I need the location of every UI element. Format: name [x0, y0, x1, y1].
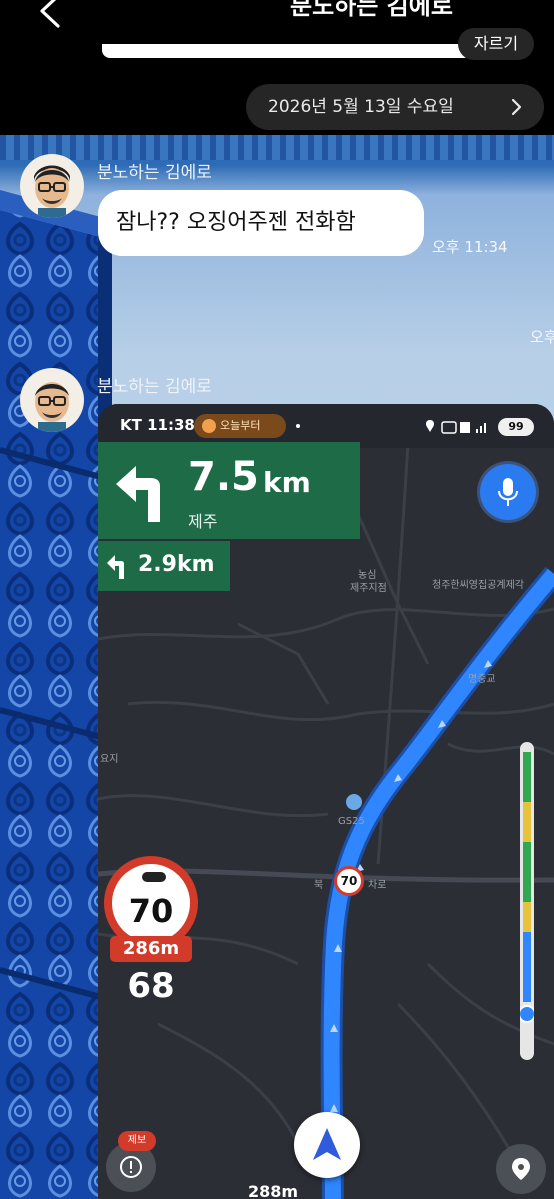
current-speed: 68 — [127, 966, 175, 1006]
message-time: 오후 — [530, 328, 554, 346]
route-progress-segments — [520, 752, 534, 1023]
message-time: 오후 11:34 — [432, 238, 508, 256]
turn-left-arrow-icon — [107, 555, 124, 579]
speed-limit-value: 70 — [128, 892, 174, 930]
battery-indicator: 99 — [498, 418, 534, 436]
sender-name: 분노하는 김에로 — [97, 163, 212, 183]
map-poi-label: GS25 — [338, 816, 365, 827]
location-icon — [426, 420, 434, 432]
chevron-right-icon — [511, 98, 522, 116]
traffic-light-icon — [142, 872, 166, 882]
wallpaper-gate-image — [0, 190, 112, 1199]
message-bubble[interactable]: 잠나?? 오징어주젠 전화함 — [98, 190, 424, 256]
status-time: KT 11:38 — [120, 416, 195, 434]
voice-search-button[interactable] — [480, 464, 536, 520]
map-road-label: 북 — [314, 880, 324, 891]
date-divider-button[interactable]: 2026년 5월 13일 수요일 — [246, 84, 544, 130]
next-turn-distance: 7.5 — [188, 454, 259, 500]
next-turn-unit: km — [263, 466, 311, 499]
road-speed-sign: 70 — [334, 866, 364, 896]
map-poi-label: 청주한씨영집공계제각 — [432, 580, 524, 591]
capture-range-bar[interactable] — [102, 44, 472, 58]
camera-distance: 286m — [110, 936, 192, 962]
signal-icon — [484, 423, 486, 433]
sender-name: 분노하는 김에로 — [97, 377, 212, 397]
avatar[interactable] — [20, 154, 84, 218]
following-turn-distance: 2.9km — [138, 552, 215, 577]
coin-icon — [202, 419, 216, 433]
hd-icon — [441, 421, 457, 434]
avatar[interactable] — [20, 368, 84, 432]
alert-icon — [120, 1156, 142, 1178]
map-poi-label: 제주지점 — [350, 583, 387, 594]
location-pin-button[interactable] — [496, 1144, 546, 1194]
map-road-label: 차로 — [368, 880, 387, 891]
map-poi-label: 요지 — [100, 754, 119, 765]
crop-button[interactable]: 자르기 — [458, 28, 534, 60]
current-position-marker — [294, 1112, 360, 1178]
route-progress-bar — [520, 742, 534, 1060]
navigation-arrow-icon — [313, 1128, 341, 1160]
lte-icon — [460, 422, 470, 433]
bottom-distance: 288m — [248, 1182, 299, 1199]
back-arrow-icon[interactable] — [38, 0, 62, 28]
map-pin-icon — [512, 1158, 530, 1180]
notification-dot — [296, 424, 300, 428]
next-turn-destination: 제주 — [188, 512, 218, 531]
following-turn-panel[interactable]: 2.9km — [98, 541, 230, 591]
microphone-icon — [498, 478, 518, 506]
map-poi-label: 명중교 — [468, 674, 496, 685]
gs25-icon — [346, 794, 362, 810]
image-message-navigation-screenshot[interactable]: KT 11:38 오늘부터 99 7.5 km 제주 2.9km 농심 제주지점… — [98, 404, 554, 1199]
chat-title: 분노하는 김에로 — [290, 0, 453, 20]
next-turn-panel[interactable]: 7.5 km 제주 — [98, 442, 360, 539]
turn-left-arrow-icon — [116, 466, 160, 522]
report-label: 제보 — [118, 1131, 156, 1151]
